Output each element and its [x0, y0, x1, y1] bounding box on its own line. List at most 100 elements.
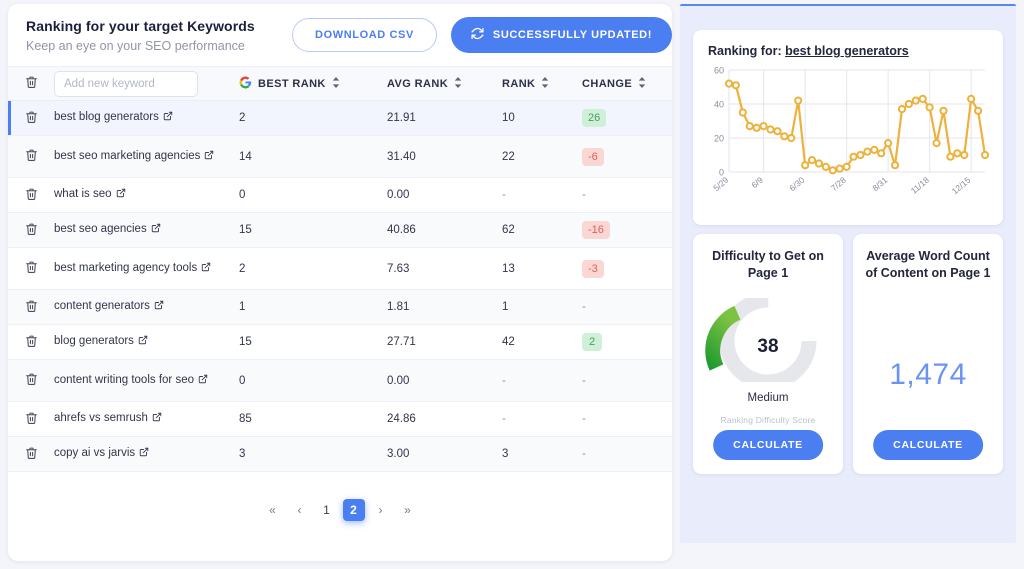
row-delete-cell[interactable]	[8, 401, 54, 437]
external-link-icon[interactable]	[151, 223, 161, 236]
pagination-page-2[interactable]: 2	[342, 499, 365, 521]
external-link-icon[interactable]	[154, 300, 164, 313]
header-avg-rank[interactable]: AVG RANK	[387, 66, 502, 101]
external-link-icon[interactable]	[201, 262, 211, 275]
row-delete-cell[interactable]	[8, 436, 54, 472]
wordcount-calculate-button[interactable]: CALCULATE	[873, 430, 983, 460]
keyword-label: what is seo	[54, 188, 112, 201]
row-rank: 42	[502, 324, 582, 360]
chart-title-keyword: best blog generators	[785, 44, 909, 58]
sort-icon[interactable]	[454, 76, 462, 91]
change-value: -	[582, 413, 586, 425]
external-link-icon[interactable]	[204, 150, 214, 163]
table-row[interactable]: content generators 1 1.81 1-	[8, 289, 672, 325]
row-delete-cell[interactable]	[8, 135, 54, 178]
pagination-next[interactable]: ›	[370, 499, 392, 521]
keyword-label: best seo marketing agencies	[54, 149, 201, 162]
table-row[interactable]: blog generators 15 27.71 42 2	[8, 324, 672, 360]
row-delete-cell[interactable]	[8, 212, 54, 248]
row-delete-cell[interactable]	[8, 289, 54, 325]
table-row[interactable]: ahrefs vs semrush 85 24.86- -	[8, 401, 672, 437]
trash-icon[interactable]	[25, 334, 38, 351]
google-icon	[239, 76, 252, 92]
table-row[interactable]: copy ai vs jarvis 3 3.00 3-	[8, 436, 672, 472]
keyword-label: best seo agencies	[54, 223, 147, 236]
row-keyword-cell[interactable]: content generators	[54, 289, 239, 325]
trash-icon[interactable]	[25, 299, 38, 316]
row-delete-cell[interactable]	[8, 177, 54, 213]
keyword-label: copy ai vs jarvis	[54, 447, 136, 460]
external-link-icon[interactable]	[198, 374, 208, 387]
keywords-panel: Ranking for your target Keywords Keep an…	[8, 4, 672, 561]
row-avg-rank: 3.00	[387, 436, 502, 472]
external-link-icon[interactable]	[139, 447, 149, 460]
row-keyword-cell[interactable]: copy ai vs jarvis	[54, 436, 239, 472]
add-keyword-input[interactable]	[54, 70, 198, 97]
trash-icon[interactable]	[25, 446, 38, 463]
row-best-rank: 1	[239, 289, 387, 325]
row-delete-cell[interactable]	[8, 324, 54, 360]
pagination-last[interactable]: »	[397, 499, 419, 521]
trash-icon[interactable]	[25, 75, 38, 92]
trash-icon[interactable]	[25, 110, 38, 127]
row-best-rank: 15	[239, 212, 387, 248]
change-value: -	[582, 189, 586, 201]
row-avg-rank: 27.71	[387, 324, 502, 360]
row-keyword-cell[interactable]: blog generators	[54, 324, 239, 360]
pagination-first[interactable]: «	[262, 499, 284, 521]
row-change: -	[582, 401, 672, 437]
row-keyword-cell[interactable]: ahrefs vs semrush	[54, 401, 239, 437]
row-keyword-cell[interactable]: content writing tools for seo	[54, 359, 239, 402]
header-rank-label: RANK	[502, 77, 536, 90]
difficulty-calculate-button[interactable]: CALCULATE	[713, 430, 823, 460]
table-row[interactable]: best seo marketing agencies 14 31.40 22 -6	[8, 135, 672, 178]
trash-icon[interactable]	[25, 222, 38, 239]
trash-icon[interactable]	[25, 187, 38, 204]
row-keyword-cell[interactable]: best blog generators	[54, 100, 239, 136]
row-keyword-cell[interactable]: what is seo	[54, 177, 239, 213]
row-keyword-cell[interactable]: best marketing agency tools	[54, 247, 239, 290]
change-badge: -6	[582, 147, 604, 166]
pagination-prev[interactable]: ‹	[289, 499, 311, 521]
svg-text:6/30: 6/30	[787, 175, 806, 193]
external-link-icon[interactable]	[152, 412, 162, 425]
external-link-icon[interactable]	[138, 335, 148, 348]
row-delete-cell[interactable]	[8, 247, 54, 290]
download-csv-button[interactable]: DOWNLOAD CSV	[292, 18, 437, 52]
external-link-icon[interactable]	[116, 188, 126, 201]
pagination-page-1[interactable]: 1	[316, 499, 338, 521]
row-delete-cell[interactable]	[8, 100, 54, 136]
row-change: -	[582, 177, 672, 213]
trash-icon[interactable]	[25, 260, 38, 277]
row-rank: 13	[502, 247, 582, 290]
table-row[interactable]: best blog generators 2 21.91 10 26	[8, 100, 672, 136]
row-keyword-cell[interactable]: best seo agencies	[54, 212, 239, 248]
ranking-line-chart[interactable]: 02040605/29 6/9 6/30 7/28 8/31 11/18 12/15	[703, 62, 993, 212]
successfully-updated-button[interactable]: SUCCESSFULLY UPDATED!	[450, 17, 672, 53]
sort-icon[interactable]	[541, 76, 549, 91]
trash-icon[interactable]	[25, 372, 38, 389]
table-row[interactable]: best seo agencies 15 40.86 62 -16	[8, 212, 672, 248]
row-best-rank: 85	[239, 401, 387, 437]
sort-icon[interactable]	[332, 76, 340, 91]
external-link-icon[interactable]	[163, 111, 173, 124]
row-rank: 62	[502, 212, 582, 248]
table-row[interactable]: content writing tools for seo 0 0.00- -	[8, 359, 672, 402]
row-change: -16	[582, 212, 672, 248]
svg-text:7/28: 7/28	[829, 175, 848, 193]
sort-icon[interactable]	[638, 76, 646, 91]
keyword-label: blog generators	[54, 335, 134, 348]
header-best-rank[interactable]: BEST RANK	[239, 66, 387, 101]
keywords-table: BEST RANK AVG RANK	[8, 66, 672, 472]
table-row[interactable]: best marketing agency tools 2 7.63 13 -3	[8, 247, 672, 290]
trash-icon[interactable]	[25, 148, 38, 165]
row-avg-rank: 21.91	[387, 100, 502, 136]
change-badge: 2	[582, 333, 602, 351]
header-change[interactable]: CHANGE	[582, 66, 672, 101]
row-delete-cell[interactable]	[8, 359, 54, 402]
header-rank[interactable]: RANK	[502, 66, 582, 101]
table-row[interactable]: what is seo 0 0.00- -	[8, 177, 672, 213]
trash-icon[interactable]	[25, 411, 38, 428]
row-keyword-cell[interactable]: best seo marketing agencies	[54, 135, 239, 178]
keyword-label: ahrefs vs semrush	[54, 412, 148, 425]
